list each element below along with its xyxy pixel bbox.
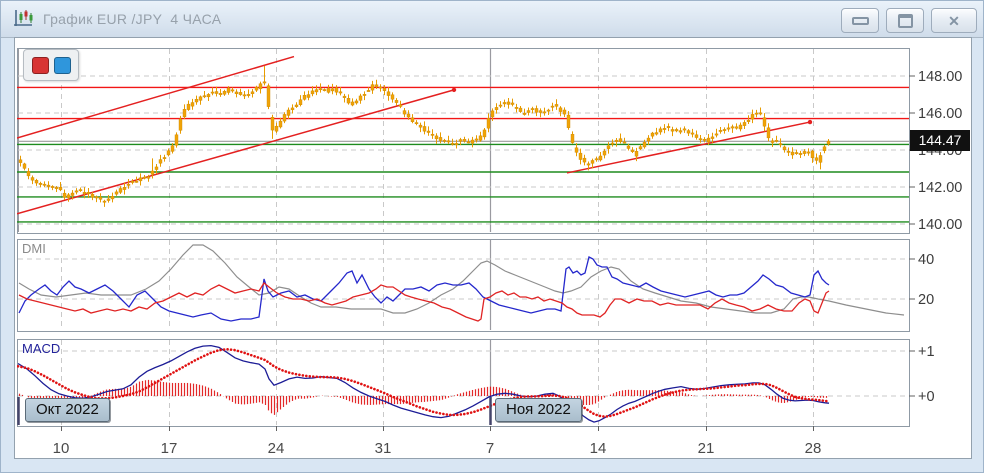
restore-button[interactable] [886, 8, 924, 33]
window-title: График EUR /JPY 4 ЧАСА [43, 11, 221, 27]
minimize-button[interactable] [841, 8, 879, 33]
candlestick-chart-icon [13, 9, 35, 29]
close-button[interactable]: ✕ [931, 8, 977, 33]
red-marker-button[interactable] [32, 57, 49, 74]
titlebar[interactable]: График EUR /JPY 4 ЧАСА ✕ [1, 1, 983, 38]
window-controls: ✕ [841, 8, 977, 33]
chart-window: График EUR /JPY 4 ЧАСА ✕ 148.00146.00144… [0, 0, 984, 473]
close-icon: ✕ [948, 14, 960, 28]
blue-marker-button[interactable] [54, 57, 71, 74]
month-badge-nov: Ноя 2022 [495, 398, 582, 422]
dmi-label: DMI [22, 241, 46, 256]
chart-content-area[interactable] [14, 37, 972, 459]
chart-toolbar [23, 49, 79, 81]
restore-icon [898, 14, 913, 28]
month-badge-oct: Окт 2022 [25, 398, 110, 422]
current-price-tag: 144.47 [910, 130, 970, 151]
minimize-icon [852, 17, 869, 25]
macd-label: MACD [22, 341, 60, 356]
